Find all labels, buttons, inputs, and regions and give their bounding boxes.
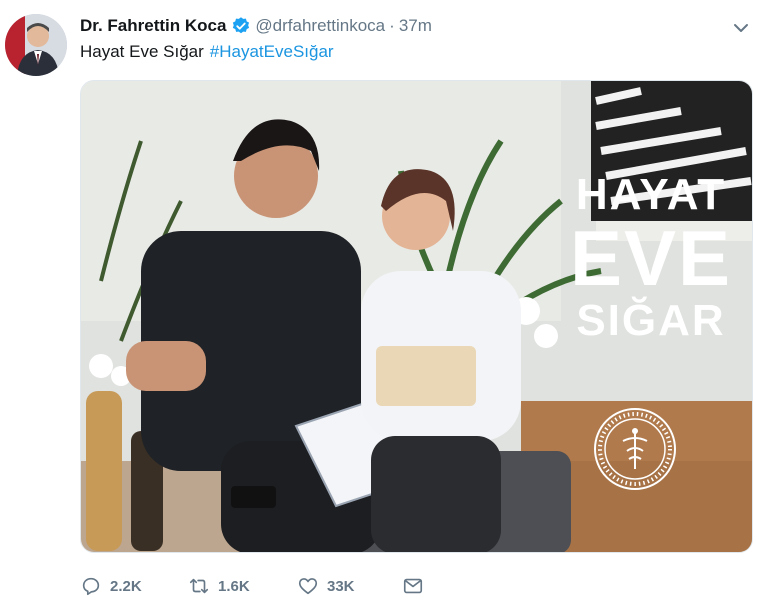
author-handle[interactable]: @drfahrettinkoca [255, 16, 385, 36]
author-name[interactable]: Dr. Fahrettin Koca [80, 16, 226, 36]
tweet-text: Hayat Eve Sığar #HayatEveSığar [80, 42, 334, 62]
message-icon [403, 578, 423, 594]
tweet-body: Hayat Eve Sığar [80, 42, 204, 61]
overlay-line-1: HAYAT [575, 170, 727, 219]
like-button[interactable]: 33K [297, 575, 355, 597]
separator-dot: · [389, 16, 395, 35]
tweet-photo[interactable]: HAYAT EVE SIĞAR [80, 80, 753, 553]
tweet-header: Dr. Fahrettin Koca @drfahrettinkoca · 37… [80, 14, 432, 38]
like-icon [298, 578, 318, 595]
reply-icon [82, 577, 100, 596]
reply-count: 2.2K [110, 577, 142, 595]
hashtag-link[interactable]: #HayatEveSığar [210, 42, 334, 61]
reply-button[interactable]: 2.2K [80, 575, 142, 597]
chevron-down-icon[interactable] [731, 18, 751, 38]
tweet-timestamp[interactable]: 37m [399, 16, 432, 36]
retweet-icon [189, 578, 209, 594]
poster-overlay: HAYAT EVE SIĞAR [551, 173, 751, 343]
verified-badge-icon [231, 16, 251, 36]
avatar[interactable] [5, 14, 67, 76]
retweet-count: 1.6K [218, 577, 250, 595]
retweet-button[interactable]: 1.6K [188, 575, 250, 597]
overlay-line-2: EVE [569, 214, 733, 302]
direct-message-button[interactable] [402, 575, 424, 597]
overlay-line-3: SIĞAR [576, 296, 726, 345]
avatar-image [5, 14, 67, 76]
like-count: 33K [327, 577, 355, 595]
ministry-seal-icon [594, 408, 676, 490]
